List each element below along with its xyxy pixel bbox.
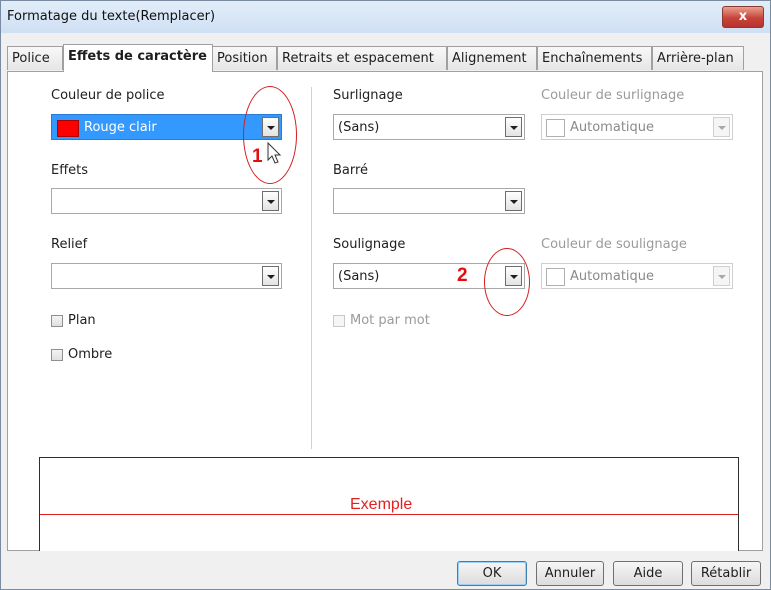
mouse-pointer-icon: [267, 142, 282, 164]
preview-underline: [40, 514, 738, 515]
strikethrough-dropdown[interactable]: [333, 188, 525, 214]
annotation-ellipse-1: [243, 86, 297, 184]
tab-police[interactable]: Police: [7, 46, 63, 70]
underline-color-swatch: [546, 268, 565, 286]
word-by-word-label: Mot par mot: [350, 313, 430, 328]
preview-box: Exemple: [39, 457, 739, 551]
effects-label: Effets: [51, 163, 89, 178]
chevron-down-icon: [713, 266, 730, 286]
tab-enchainements[interactable]: Enchaînements: [537, 46, 652, 70]
cancel-button[interactable]: Annuler: [536, 561, 604, 586]
preview-text: Exemple: [348, 496, 415, 514]
reset-button[interactable]: Rétablir: [691, 561, 761, 586]
underline-label: Soulignage: [333, 237, 406, 252]
highlight-color-value: Automatique: [570, 120, 655, 135]
font-color-label: Couleur de police: [51, 88, 165, 103]
tab-position[interactable]: Position: [212, 46, 277, 70]
underline-color-value: Automatique: [570, 269, 655, 284]
title-bar: Formatage du texte(Remplacer) x: [1, 1, 770, 33]
relief-label: Relief: [51, 237, 88, 252]
chevron-down-icon[interactable]: [262, 191, 279, 211]
underline-color-label: Couleur de soulignage: [541, 237, 687, 252]
outline-label: Plan: [68, 313, 96, 328]
annotation-ellipse-2: [484, 248, 530, 316]
annotation-number-1: 1: [252, 146, 263, 167]
highlight-value: (Sans): [338, 120, 380, 135]
ok-button[interactable]: OK: [457, 561, 527, 586]
close-button[interactable]: x: [722, 6, 764, 28]
highlight-color-label: Couleur de surlignage: [541, 88, 685, 103]
relief-dropdown[interactable]: [51, 263, 282, 289]
window-title: Formatage du texte(Remplacer): [7, 9, 216, 24]
tab-alignement[interactable]: Alignement: [447, 46, 537, 70]
chevron-down-icon: [713, 117, 730, 137]
dialog-window: Formatage du texte(Remplacer) x Police E…: [0, 0, 771, 590]
strikethrough-label: Barré: [333, 163, 369, 178]
font-color-value: Rouge clair: [84, 120, 157, 135]
tab-arriere-plan[interactable]: Arrière-plan: [652, 46, 744, 70]
outline-checkbox[interactable]: [51, 315, 63, 327]
annotation-number-2: 2: [457, 265, 468, 286]
tab-retraits-et-espacement[interactable]: Retraits et espacement: [277, 46, 447, 70]
shadow-checkbox[interactable]: [51, 349, 63, 361]
help-button[interactable]: Aide: [613, 561, 683, 586]
chevron-down-icon[interactable]: [505, 191, 522, 211]
underline-color-dropdown: Automatique: [541, 263, 733, 289]
chevron-down-icon[interactable]: [262, 266, 279, 286]
highlight-dropdown[interactable]: (Sans): [333, 114, 525, 140]
word-by-word-checkbox: [333, 315, 345, 327]
font-color-swatch: [57, 120, 79, 137]
effects-dropdown[interactable]: [51, 188, 282, 214]
shadow-label: Ombre: [68, 347, 113, 362]
chevron-down-icon[interactable]: [505, 117, 522, 137]
column-separator: [311, 87, 312, 449]
underline-value: (Sans): [338, 269, 380, 284]
highlight-color-swatch: [546, 119, 565, 137]
highlight-color-dropdown: Automatique: [541, 114, 733, 140]
tab-effets-de-caractere[interactable]: Effets de caractère: [63, 44, 213, 72]
highlight-label: Surlignage: [333, 88, 403, 103]
